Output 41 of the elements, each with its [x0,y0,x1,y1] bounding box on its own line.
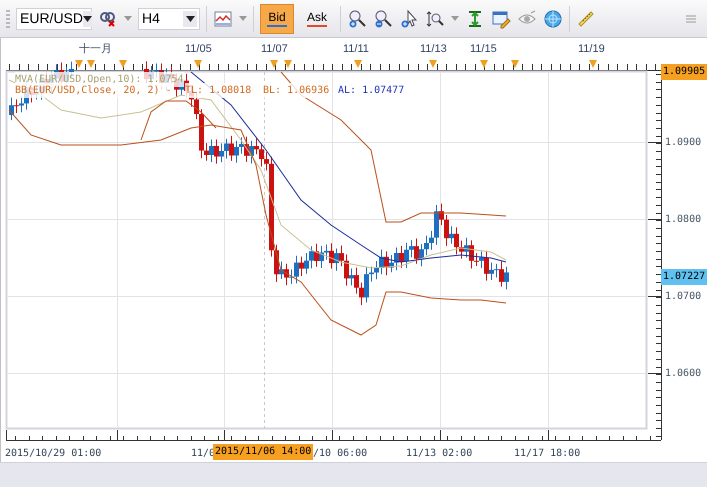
bid-button[interactable]: Bid [260,4,294,34]
event-marker-icon [429,60,437,68]
toolbar-grip-icon[interactable] [6,10,10,28]
event-marker-icon [354,60,362,68]
legend-text: BL: 1.06936 [263,83,330,98]
globe-icon[interactable] [543,8,563,30]
time-label: 11/17 18:00 [514,447,580,461]
event-marker-icon [87,60,95,68]
price-label: 1.0700 [665,290,702,304]
date-label: 十一月 [79,42,112,57]
time-label: 2015/10/29 01:00 [5,447,102,461]
event-marker-icon [511,60,519,68]
event-marker-icon [194,60,202,68]
date-label: 11/19 [578,42,605,57]
price-label: 1.0600 [665,367,702,381]
date-label: 11/11 [343,42,369,57]
zoom-out-icon[interactable] [373,8,393,30]
price-label: 1.0900 [665,136,702,150]
crosshair-time-label: 2015/11/06 14:00 [213,444,314,460]
event-marker-icon [119,60,127,68]
legend-text: BB(EUR/USD,Close, 20, 2) - [15,83,172,98]
event-marker-icon [284,60,292,68]
cursor-icon[interactable] [399,8,419,30]
date-label: 11/07 [261,42,288,57]
event-marker-icon [75,60,83,68]
event-marker-icon [480,60,488,68]
ask-button[interactable]: Ask [300,4,334,34]
timeframe-dropdown[interactable]: H4 [138,8,200,30]
zoom-in-icon[interactable] [347,8,367,30]
price-label: 1.0800 [665,213,702,227]
event-marker-icon [270,60,278,68]
date-label: 11/05 [185,42,212,57]
legend-text: TL: 1.08018 [185,83,252,98]
price-marker: 1.09905 [661,64,707,80]
time-label: /10 06:00 [313,447,368,461]
date-label: 11/13 [420,42,447,57]
symbol-dropdown[interactable]: EUR/USD [16,8,92,30]
event-marker-icon [589,60,597,68]
price-marker: 1.07227 [661,269,707,285]
date-label: 11/15 [470,42,497,57]
time-label: 11/13 02:00 [406,447,472,461]
